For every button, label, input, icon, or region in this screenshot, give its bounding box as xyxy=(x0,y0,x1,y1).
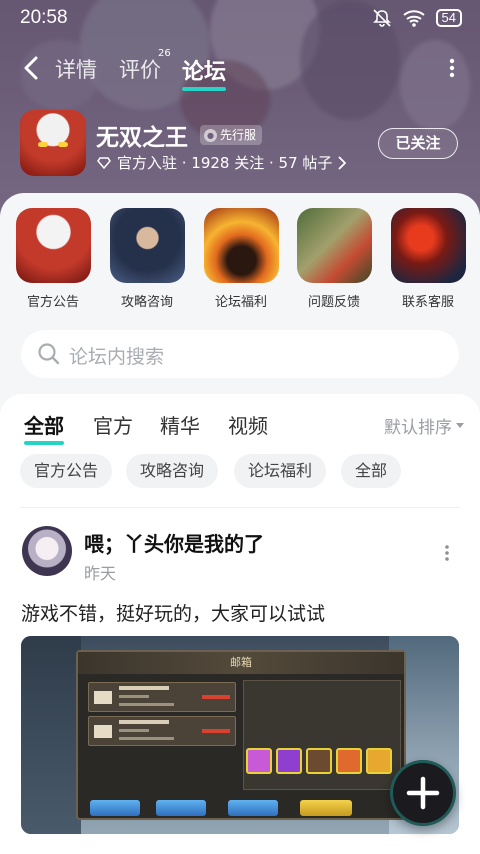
tab-forum-label: 论坛 xyxy=(182,60,227,85)
chip-announcements[interactable]: 官方公告 xyxy=(20,454,113,488)
sort-dropdown[interactable]: 默认排序 xyxy=(384,413,464,438)
server-badge-icon: ● xyxy=(204,128,217,142)
image-mailbox-window: 邮箱 xyxy=(76,650,406,820)
post-body[interactable]: 游戏不错，挺好玩的，大家可以试试 xyxy=(21,599,325,626)
image-text-line xyxy=(119,729,149,732)
server-badge: ● 先行服 xyxy=(200,125,263,145)
search-placeholder: 论坛内搜索 xyxy=(69,346,165,368)
tab-details[interactable]: 详情 xyxy=(55,54,97,84)
announcements-image xyxy=(15,208,91,283)
envelope-icon xyxy=(94,725,112,738)
image-button xyxy=(300,800,352,816)
more-vertical-icon[interactable] xyxy=(444,544,450,562)
chip-welfare[interactable]: 论坛福利 xyxy=(234,454,327,488)
quick-links: 官方公告 攻略咨询 论坛福利 问题反馈 联系客服 xyxy=(0,208,480,310)
reviews-count-badge: 26 xyxy=(158,48,171,59)
quick-link-label: 问题反馈 xyxy=(307,295,360,310)
new-post-button[interactable] xyxy=(390,760,456,826)
quick-link-welfare[interactable]: 论坛福利 xyxy=(201,208,281,310)
follow-button[interactable]: 已关注 xyxy=(378,128,458,159)
plus-icon xyxy=(406,776,440,810)
quick-link-feedback[interactable]: 问题反馈 xyxy=(294,208,374,310)
game-title: 无双之王 xyxy=(96,125,188,151)
mute-icon xyxy=(372,9,391,27)
filter-tab-all[interactable]: 全部 xyxy=(24,410,64,445)
image-scene xyxy=(21,636,81,834)
search-input[interactable]: 论坛内搜索 xyxy=(21,330,459,378)
filter-tab-label: 全部 xyxy=(24,414,64,438)
tab-reviews[interactable]: 评价 xyxy=(119,54,161,84)
feedback-image xyxy=(296,208,372,283)
quick-link-label: 论坛福利 xyxy=(214,295,267,310)
game-meta[interactable]: 官方入驻 · 1928 关注 · 57 帖子 xyxy=(97,152,347,173)
search-icon xyxy=(38,343,60,365)
welfare-image xyxy=(203,208,279,283)
game-icon-detail xyxy=(58,142,68,147)
filter-tab-featured[interactable]: 精华 xyxy=(160,410,200,439)
guides-image xyxy=(109,208,185,283)
top-nav: 详情 评价 26 论坛 xyxy=(0,48,480,91)
quick-link-guides[interactable]: 攻略咨询 xyxy=(107,208,187,310)
forum-sheet: 官方公告 攻略咨询 论坛福利 问题反馈 联系客服 论坛内搜索 全部 官方 精华 … xyxy=(0,193,480,854)
diamond-icon xyxy=(97,156,111,169)
image-reward-item xyxy=(246,748,272,774)
image-button xyxy=(90,800,140,816)
quick-link-label: 官方公告 xyxy=(26,295,79,310)
image-button xyxy=(228,800,278,816)
game-icon-detail xyxy=(38,142,48,147)
filter-tab-video[interactable]: 视频 xyxy=(228,410,268,439)
divider xyxy=(20,507,460,508)
chip-all[interactable]: 全部 xyxy=(341,454,402,488)
image-reward-item xyxy=(306,748,332,774)
chevron-right-icon xyxy=(338,155,347,170)
filter-tab-official[interactable]: 官方 xyxy=(93,410,133,439)
status-icons: 54 xyxy=(372,8,462,28)
image-reward-item xyxy=(336,748,362,774)
image-mail-row xyxy=(88,682,236,712)
status-time: 20:58 xyxy=(20,7,68,28)
server-badge-label: 先行服 xyxy=(220,128,257,142)
image-text-line xyxy=(119,695,149,698)
image-reward-item xyxy=(366,748,392,774)
sort-label: 默认排序 xyxy=(384,418,452,438)
back-arrow-icon[interactable] xyxy=(20,54,44,82)
image-mail-row xyxy=(88,716,236,746)
image-button xyxy=(156,800,206,816)
image-text-line xyxy=(119,703,174,706)
battery-indicator: 54 xyxy=(435,9,462,27)
image-reward-item xyxy=(276,748,302,774)
forum-header: 20:58 54 详情 评价 26 论坛 无双之王 ● 先行服 官方入驻 · 1… xyxy=(0,0,480,215)
quick-link-label: 联系客服 xyxy=(401,295,454,310)
chip-guides[interactable]: 攻略咨询 xyxy=(126,454,219,488)
image-window-title: 邮箱 xyxy=(78,652,404,674)
game-meta-text: 官方入驻 · 1928 关注 · 57 帖子 xyxy=(117,154,333,172)
avatar[interactable] xyxy=(22,526,72,576)
post-title[interactable]: 喂；丫头你是我的了 xyxy=(84,528,264,557)
quick-link-label: 攻略咨询 xyxy=(120,295,173,310)
quick-link-announcements[interactable]: 官方公告 xyxy=(13,208,93,310)
post-time: 昨天 xyxy=(84,564,117,583)
quick-link-support[interactable]: 联系客服 xyxy=(388,208,468,310)
filter-tabs: 全部 官方 精华 视频 默认排序 xyxy=(0,410,480,445)
more-vertical-icon[interactable] xyxy=(448,58,456,78)
image-text-line xyxy=(119,737,174,740)
support-image xyxy=(390,208,466,283)
image-text-line xyxy=(202,695,230,699)
status-bar: 20:58 54 xyxy=(0,0,480,36)
game-icon[interactable] xyxy=(20,110,86,176)
image-text-line xyxy=(202,729,230,733)
active-filter-underline xyxy=(24,441,64,445)
active-tab-underline xyxy=(182,87,227,91)
tab-forum[interactable]: 论坛 xyxy=(182,54,227,91)
wifi-icon xyxy=(402,10,425,27)
caret-down-icon xyxy=(456,422,464,428)
image-text-line xyxy=(119,686,169,690)
image-text-line xyxy=(119,720,169,724)
envelope-icon xyxy=(94,691,112,704)
